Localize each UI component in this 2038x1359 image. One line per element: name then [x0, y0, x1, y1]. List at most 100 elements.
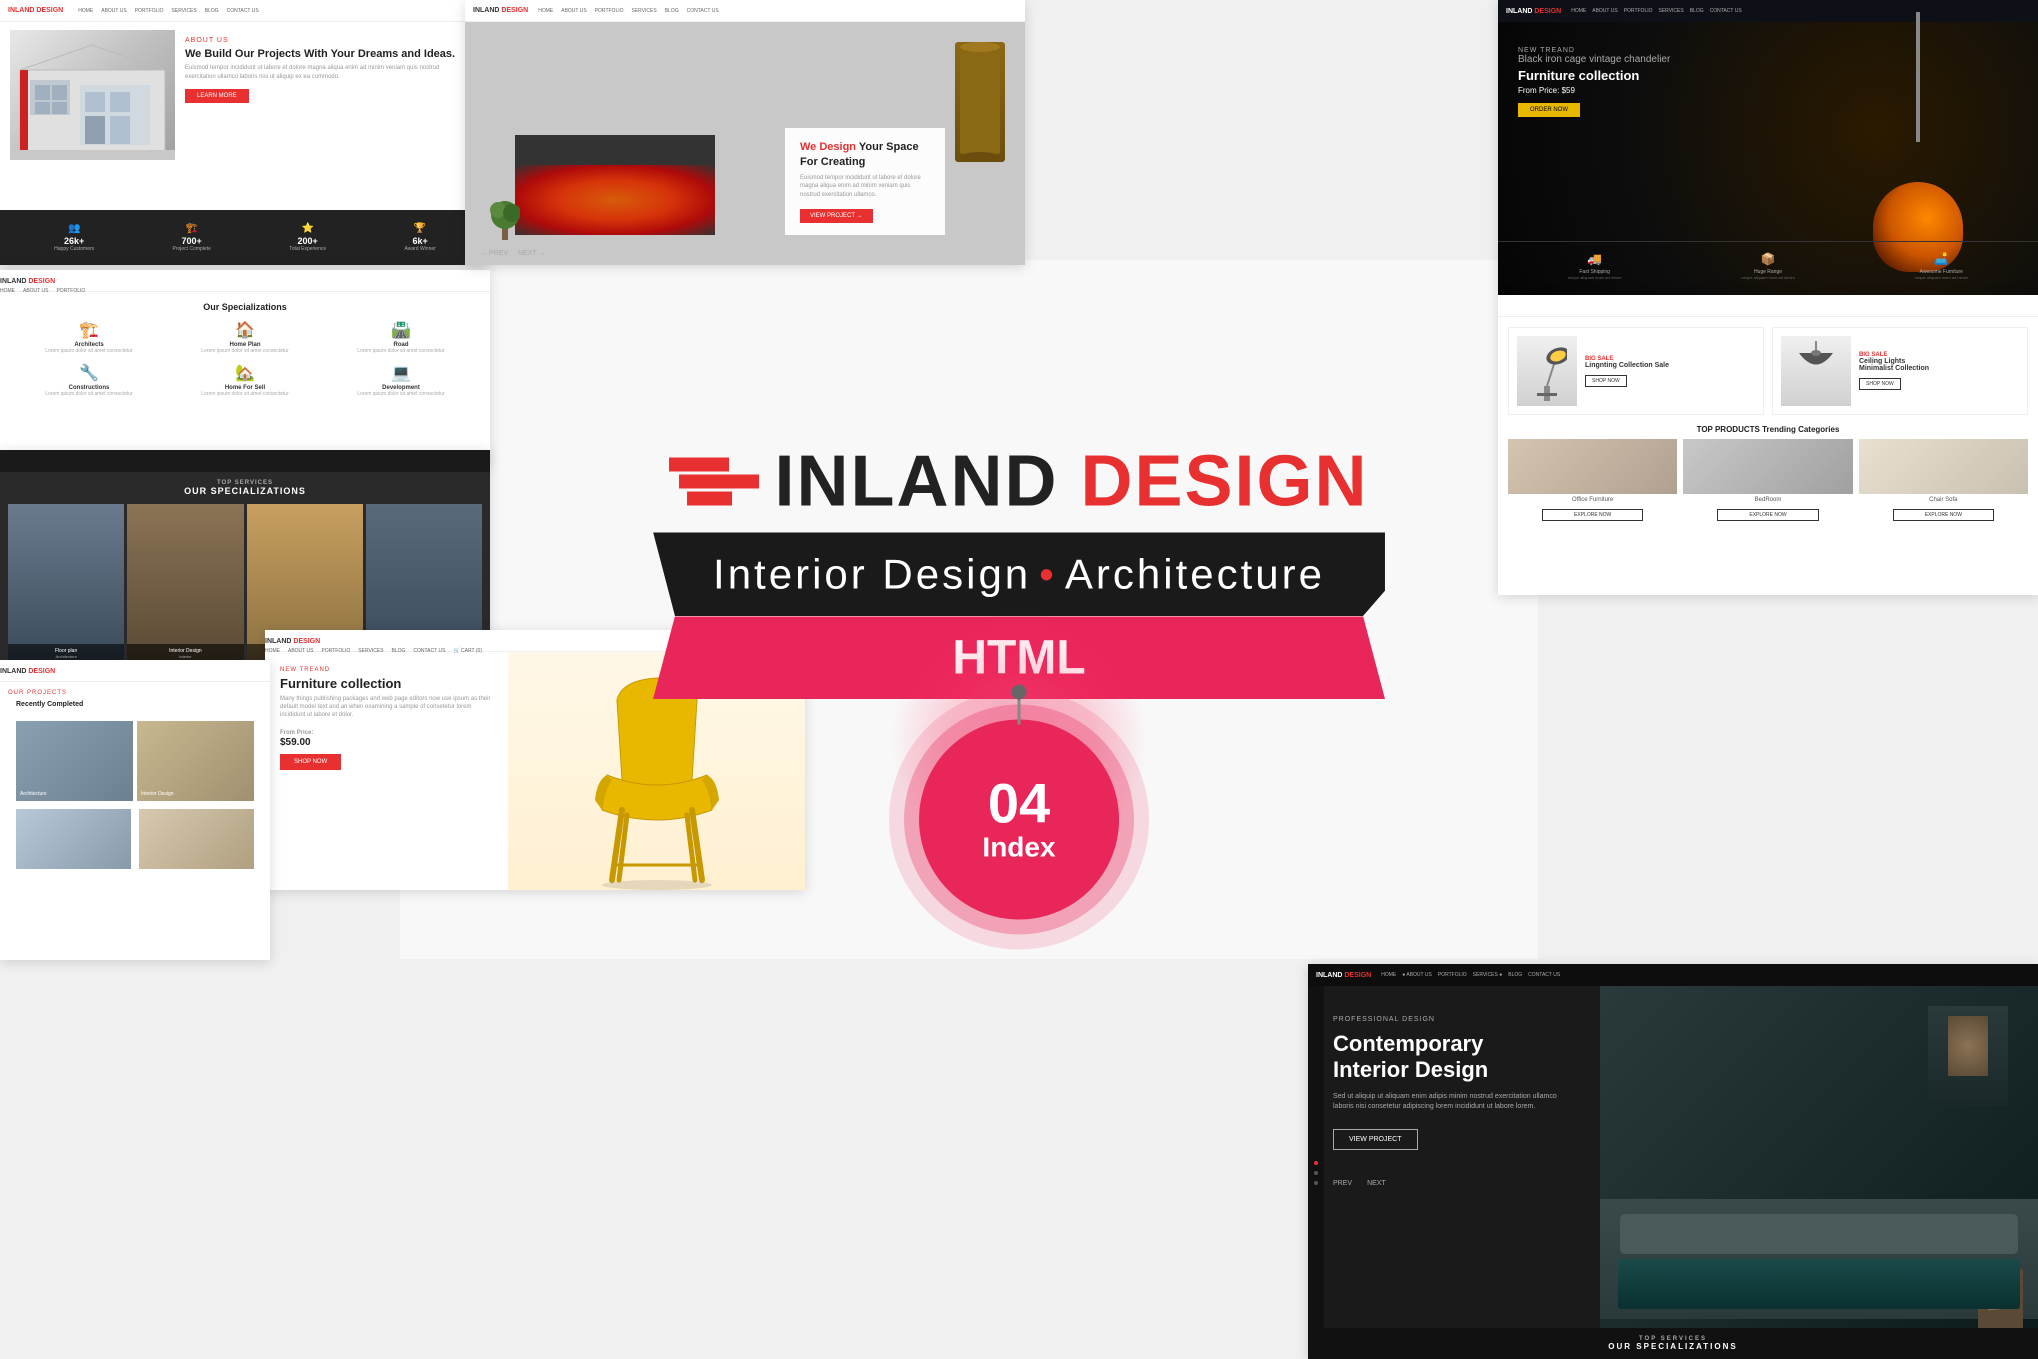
fp-btn[interactable]: VIEW PROJECT → — [800, 209, 873, 223]
ct-left-content: PROFESSIONAL DESIGN Contemporary Interio… — [1308, 986, 1600, 1359]
furniture-icon: 🛋️ — [1915, 252, 1968, 266]
dspec-top-label: TOP SERVICES — [8, 480, 482, 486]
spec-section-title: Our Specializations — [15, 302, 475, 312]
logo-bar-3 — [687, 491, 732, 505]
stat-num-3: 200+ — [289, 236, 326, 246]
ct-next[interactable]: NEXT — [1367, 1180, 1386, 1187]
fp-controls: ← PREV NEXT → — [480, 250, 546, 257]
fp-text-box: We Design Your Space For Creating Euismo… — [785, 128, 945, 235]
road-icon: 🛣️ — [327, 320, 475, 340]
rc-title: Recently Completed — [8, 696, 262, 713]
logo-bar-1 — [669, 457, 729, 471]
sale-btn-2[interactable]: SHOP NOW — [1859, 378, 1901, 390]
stat-projects: 🏗️ 700+ Project Complete — [173, 223, 211, 252]
rc-nav: INLAND DESIGN — [0, 660, 270, 682]
explore-btn-1[interactable]: EXPLORE NOW — [1542, 509, 1644, 521]
stat-num-1: 26k+ — [54, 236, 94, 246]
stat-label-4: Award Winner — [404, 246, 435, 252]
ct-prev[interactable]: PREV — [1333, 1180, 1352, 1187]
stat-num-2: 700+ — [173, 236, 211, 246]
fl-shop-btn[interactable]: SHOP NOW — [280, 754, 341, 770]
fireplace-box — [515, 135, 715, 235]
happy-customers-icon: 👥 — [54, 223, 94, 234]
fp-brand: INLAND DESIGN — [473, 7, 528, 14]
center-overlay: INLAND DESIGN Interior Design•Architectu… — [653, 440, 1385, 919]
logo-bar-2 — [679, 474, 759, 488]
home-plan-icon: 🏠 — [171, 320, 319, 340]
cd-feat-shipping: 🚚 Fast Shipping neque aliquam enim ad mi… — [1568, 252, 1621, 280]
chair-sofa-img — [1859, 439, 2028, 494]
rc-content: OUR PROJECTS Recently Completed Architec… — [0, 682, 270, 877]
spec-item-development: 💻 Development Lorem ipsum dolor sit amet… — [327, 363, 475, 398]
plant-svg — [490, 185, 520, 240]
ct-side-dots — [1308, 986, 1324, 1359]
sr-sale-ceiling: BIG SALE Ceiling LightsMinimalist Collec… — [1772, 327, 2028, 415]
about-label: ABOUT US — [185, 37, 470, 44]
sale-btn-1[interactable]: SHOP NOW — [1585, 375, 1627, 387]
fl-brand: INLAND DESIGN — [265, 638, 320, 645]
constructions-icon: 🔧 — [15, 363, 163, 383]
stat-awards: 🏆 6k+ Award Winner — [404, 223, 435, 252]
card-chandelier: INLAND DESIGN HOMEABOUT US PORTFOLIOSERV… — [1498, 0, 2038, 295]
fp-nav-links: HOMEABOUT USPORTFOLIO SERVICESBLOGCONTAC… — [538, 8, 718, 14]
bedroom-bg — [1600, 986, 2038, 1359]
cd-nav-links: HOMEABOUT US PORTFOLIOSERVICES BLOGCONTA… — [1571, 8, 1741, 14]
development-icon: 💻 — [327, 363, 475, 383]
bedding — [1618, 1259, 2020, 1309]
trending-title: TOP PRODUCTS Trending Categories — [1508, 425, 2028, 434]
fp-next[interactable]: NEXT → — [518, 250, 546, 257]
logs-svg — [955, 42, 1005, 162]
fl-content: NEW TREAND Furniture collection Many thi… — [265, 652, 508, 890]
ct-main: PROFESSIONAL DESIGN Contemporary Interio… — [1308, 986, 2038, 1359]
sr-trending-row: Office Furniture EXPLORE NOW BedRoom EXP… — [1508, 439, 2028, 524]
explore-btn-3[interactable]: EXPLORE NOW — [1893, 509, 1995, 521]
stat-label-3: Total Experience — [289, 246, 326, 252]
fp-prev[interactable]: ← PREV — [480, 250, 508, 257]
spec-item-home-plan: 🏠 Home Plan Lorem ipsum dolor sit amet c… — [171, 320, 319, 355]
dspec-img-2: Interior DesignInterior — [127, 504, 243, 664]
fp-desc: Euismod tempor incididunt ut labore et d… — [800, 174, 930, 199]
tagline-banner: Interior Design•Architecture — [653, 532, 1385, 616]
sr-nav — [1498, 295, 2038, 317]
cd-feat-range: 📦 Huge Range neque aliquam enim ad minim — [1741, 252, 1794, 280]
lamp-image — [1517, 336, 1577, 406]
trend-label-3: Chair Sofa — [1859, 494, 2028, 506]
spec-item-architects: 🏗️ Architects Lorem ipsum dolor sit amet… — [15, 320, 163, 355]
trend-label-1: Office Furniture — [1508, 494, 1677, 506]
ct-view-btn[interactable]: VIEW PROJECT — [1333, 1129, 1418, 1150]
about-title: We Build Our Projects With Your Dreams a… — [185, 47, 470, 61]
logo-inland: INLAND — [774, 441, 1058, 521]
rc-proj-2: Interior Design — [137, 721, 254, 801]
dspec-section-title: TOP SERVICES Our Specializations — [0, 472, 490, 504]
cd-order-btn[interactable]: ORDER NOW — [1518, 103, 1580, 117]
trend-label-2: BedRoom — [1683, 494, 1852, 506]
logo-area: INLAND DESIGN — [653, 440, 1385, 522]
about-btn[interactable]: LEARN MORE — [185, 89, 249, 103]
trend-office: Office Furniture EXPLORE NOW — [1508, 439, 1677, 524]
ct-design-label: PROFESSIONAL DESIGN — [1333, 1016, 1575, 1023]
spec-grid: 🏗️ Architects Lorem ipsum dolor sit amet… — [15, 320, 475, 397]
ct-title: Contemporary Interior Design — [1333, 1031, 1575, 1084]
logo-text: INLAND DESIGN — [774, 440, 1368, 522]
stat-experience: ⭐ 200+ Total Experience — [289, 223, 326, 252]
fl-new-label: NEW TREAND — [280, 667, 493, 673]
fp-title: We Design Your Space For Creating — [800, 140, 930, 169]
cd-new-label: NEW TREAND — [1518, 47, 1670, 54]
cd-title-line1: Black iron cage vintage chandelier — [1518, 54, 1670, 65]
trend-chair: Chair Sofa EXPLORE NOW — [1859, 439, 2028, 524]
ceiling-image — [1781, 336, 1851, 406]
sr-sale-row: BIG SALE Lingnting Collection Sale SHOP … — [1508, 327, 2028, 415]
cd-feat-furniture: 🛋️ Awesome Furniture neque aliquam enim … — [1915, 252, 1968, 280]
explore-btn-2[interactable]: EXPLORE NOW — [1717, 509, 1819, 521]
about-nav-links: HOME ABOUT US PORTFOLIO SERVICES BLOG CO… — [78, 8, 258, 14]
ct-navbar: INLAND DESIGN HOME● ABOUT US PORTFOLIOSE… — [1308, 964, 2038, 986]
stat-label-1: Happy Customers — [54, 246, 94, 252]
preview-grid: INLAND DESIGN HOME ABOUT US PORTFOLIO SE… — [0, 0, 2038, 1359]
dspec-nav — [0, 450, 490, 472]
ceiling-light-svg — [1791, 341, 1841, 401]
sr-sale-lamp: BIG SALE Lingnting Collection Sale SHOP … — [1508, 327, 1764, 415]
cd-main: NEW TREAND Black iron cage vintage chand… — [1498, 22, 2038, 295]
stat-label-2: Project Complete — [173, 246, 211, 252]
badge-number: 04 — [988, 775, 1050, 831]
spec-item-home-sell: 🏡 Home For Sell Lorem ipsum dolor sit am… — [171, 363, 319, 398]
